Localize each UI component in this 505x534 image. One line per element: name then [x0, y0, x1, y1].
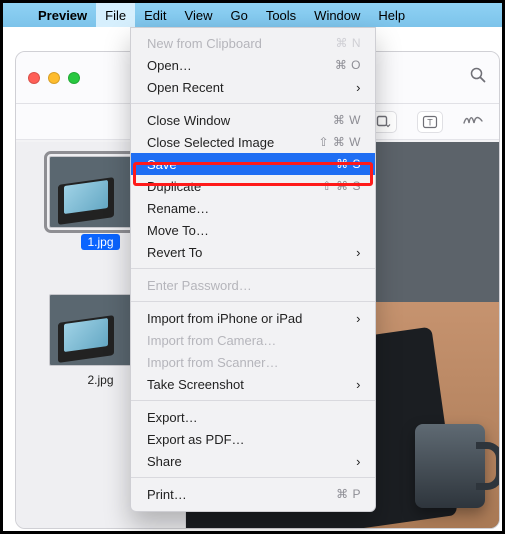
- menu-separator: [131, 477, 375, 478]
- thumbnail-caption: 1.jpg: [81, 234, 119, 250]
- markup-sign-icon[interactable]: [463, 111, 485, 132]
- menubar-app-name[interactable]: Preview: [29, 3, 96, 27]
- menu-item-open[interactable]: Open… ⌘ O: [131, 54, 375, 76]
- text-tool-button[interactable]: T: [417, 111, 443, 133]
- menu-item-shortcut: ⌘ N: [336, 36, 362, 50]
- menu-item-revert-to[interactable]: Revert To ›: [131, 241, 375, 263]
- menu-item-label: Take Screenshot: [147, 377, 244, 392]
- menu-item-label: Close Window: [147, 113, 230, 128]
- menu-item-new-from-clipboard: New from Clipboard ⌘ N: [131, 32, 375, 54]
- menubar-tools[interactable]: Tools: [257, 3, 305, 27]
- menu-item-open-recent[interactable]: Open Recent ›: [131, 76, 375, 98]
- window-traffic-lights: [28, 72, 80, 84]
- submenu-chevron-icon: ›: [356, 377, 361, 392]
- menu-item-export[interactable]: Export…: [131, 406, 375, 428]
- menu-item-take-screenshot[interactable]: Take Screenshot ›: [131, 373, 375, 395]
- menu-item-close-window[interactable]: Close Window ⌘ W: [131, 109, 375, 131]
- menu-item-enter-password: Enter Password…: [131, 274, 375, 296]
- menu-separator: [131, 103, 375, 104]
- submenu-chevron-icon: ›: [356, 454, 361, 469]
- menu-item-label: Import from Camera…: [147, 333, 276, 348]
- menu-item-save[interactable]: Save ⌘ S: [131, 153, 375, 175]
- menu-item-label: Close Selected Image: [147, 135, 274, 150]
- menubar-edit[interactable]: Edit: [135, 3, 175, 27]
- menu-item-label: Move To…: [147, 223, 209, 238]
- zoom-icon[interactable]: [469, 66, 487, 90]
- close-window-button[interactable]: [28, 72, 40, 84]
- menu-item-import-from-scanner: Import from Scanner…: [131, 351, 375, 373]
- menu-item-print[interactable]: Print… ⌘ P: [131, 483, 375, 505]
- thumbnail-caption: 2.jpg: [81, 372, 119, 388]
- svg-text:T: T: [427, 117, 433, 127]
- submenu-chevron-icon: ›: [356, 311, 361, 326]
- menu-item-shortcut: ⌘ W: [333, 113, 361, 127]
- menu-item-label: Export as PDF…: [147, 432, 245, 447]
- menubar-window[interactable]: Window: [305, 3, 369, 27]
- file-dropdown-menu: New from Clipboard ⌘ N Open… ⌘ O Open Recent…: [130, 27, 376, 512]
- menu-item-label: Revert To: [147, 245, 202, 260]
- menu-item-shortcut: ⇧ ⌘ W: [318, 135, 361, 149]
- menu-item-label: Rename…: [147, 201, 209, 216]
- menu-item-label: Import from Scanner…: [147, 355, 279, 370]
- menu-item-shortcut: ⌘ P: [336, 487, 361, 501]
- menu-separator: [131, 268, 375, 269]
- submenu-chevron-icon: ›: [356, 80, 361, 95]
- macos-menubar: Preview File Edit View Go Tools Window H…: [3, 3, 502, 27]
- menu-item-move-to[interactable]: Move To…: [131, 219, 375, 241]
- menu-item-label: New from Clipboard: [147, 36, 262, 51]
- menu-separator: [131, 400, 375, 401]
- menu-item-label: Import from iPhone or iPad: [147, 311, 302, 326]
- annotated-screenshot: Preview File Edit View Go Tools Window H…: [0, 0, 505, 534]
- menu-item-label: Export…: [147, 410, 198, 425]
- menu-item-shortcut: ⌘ S: [336, 157, 361, 171]
- menu-item-rename[interactable]: Rename…: [131, 197, 375, 219]
- menu-item-label: Open Recent: [147, 80, 224, 95]
- submenu-chevron-icon: ›: [356, 245, 361, 260]
- menu-item-label: Save: [147, 157, 177, 172]
- menu-separator: [131, 301, 375, 302]
- menubar-go[interactable]: Go: [221, 3, 256, 27]
- minimize-window-button[interactable]: [48, 72, 60, 84]
- menu-item-label: Open…: [147, 58, 192, 73]
- menu-item-shortcut: ⌘ O: [335, 58, 361, 72]
- menu-item-label: Enter Password…: [147, 278, 252, 293]
- menu-item-label: Duplicate: [147, 179, 201, 194]
- zoom-window-button[interactable]: [68, 72, 80, 84]
- menubar-file[interactable]: File: [96, 3, 135, 27]
- menu-item-duplicate[interactable]: Duplicate ⇧ ⌘ S: [131, 175, 375, 197]
- menu-item-export-as-pdf[interactable]: Export as PDF…: [131, 428, 375, 450]
- menu-item-label: Share: [147, 454, 182, 469]
- menu-item-close-selected-image[interactable]: Close Selected Image ⇧ ⌘ W: [131, 131, 375, 153]
- menu-item-label: Print…: [147, 487, 187, 502]
- menu-item-import-from-camera: Import from Camera…: [131, 329, 375, 351]
- menu-item-share[interactable]: Share ›: [131, 450, 375, 472]
- menubar-help[interactable]: Help: [369, 3, 414, 27]
- menu-item-shortcut: ⇧ ⌘ S: [322, 179, 361, 193]
- menubar-view[interactable]: View: [176, 3, 222, 27]
- menu-item-import-from-iphone-or-ipad[interactable]: Import from iPhone or iPad ›: [131, 307, 375, 329]
